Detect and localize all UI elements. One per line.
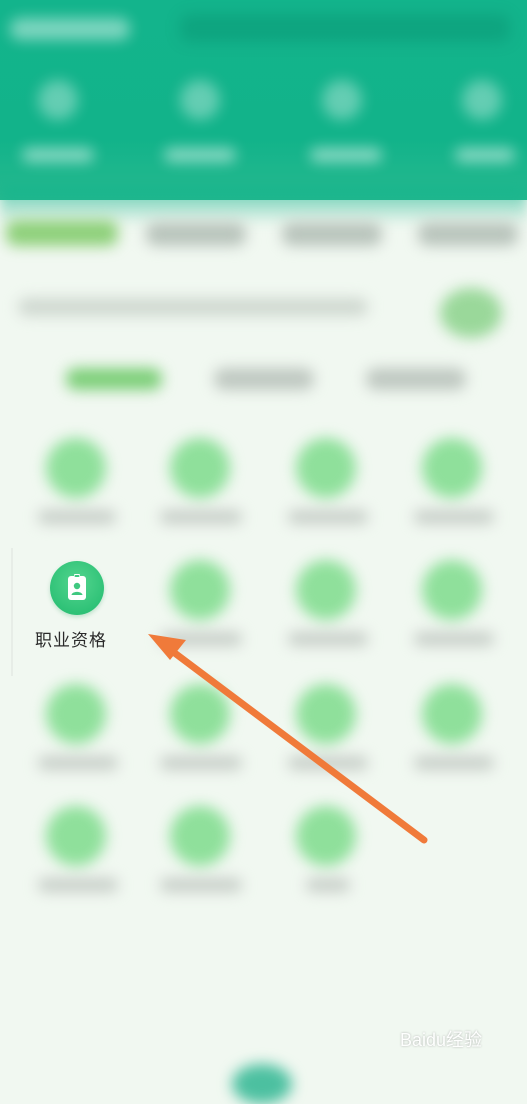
watermark: Baidu经验	[400, 1030, 483, 1050]
annotation-arrow	[148, 634, 428, 844]
arrow-shaft	[164, 644, 428, 844]
